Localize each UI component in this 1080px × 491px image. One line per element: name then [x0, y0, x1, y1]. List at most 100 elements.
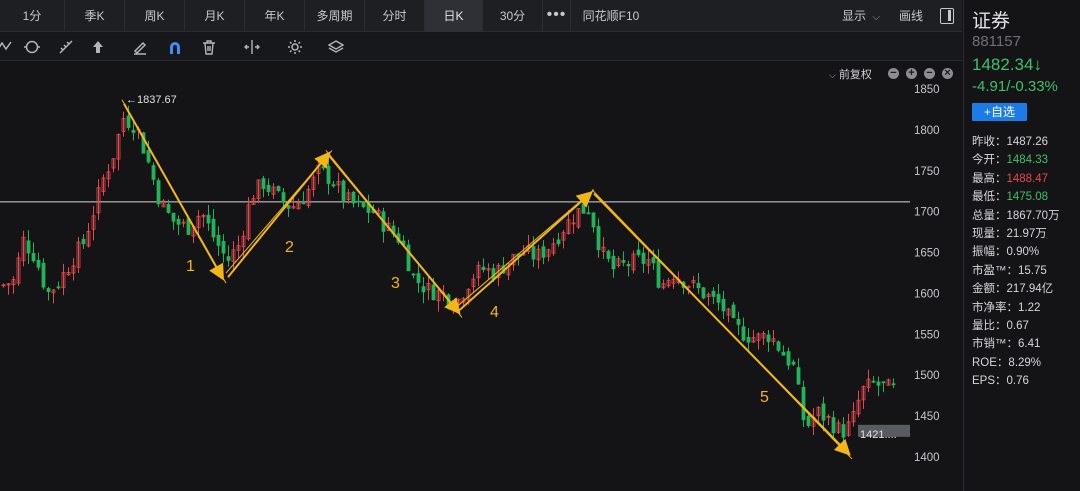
candle-body — [556, 239, 561, 245]
price-change: -4.91/-0.33% — [972, 78, 1058, 95]
stat-value: 0.90% — [1006, 246, 1040, 259]
tab-1min[interactable]: 1分 — [0, 0, 65, 32]
candle-body — [731, 304, 736, 318]
tab-month-k[interactable]: 月K — [185, 0, 245, 32]
stat-row: 市盈™：15.75 — [972, 262, 1080, 280]
candle-body — [216, 234, 221, 246]
stat-value: 1867.70万 — [1006, 209, 1060, 222]
y-tick-label: 1450 — [914, 411, 940, 423]
wave-arrow-1 — [123, 103, 224, 281]
y-tick-label: 1800 — [914, 125, 940, 137]
stat-value: 217.94亿 — [1006, 283, 1054, 296]
display-label: 显示 — [842, 9, 867, 23]
more-periods-button[interactable]: ••• — [543, 0, 571, 32]
candle-body — [881, 381, 886, 384]
candle-body — [151, 165, 156, 180]
stat-row: 振幅：0.90% — [972, 243, 1080, 261]
candle-body — [701, 287, 706, 299]
candle-body — [586, 212, 591, 215]
layers-icon[interactable] — [328, 39, 344, 55]
stat-row: 最低：1475.08 — [972, 188, 1080, 206]
quote-panel: 证券 881157 1482.34↓ -4.91/-0.33% +自选 昨收：1… — [963, 0, 1080, 491]
stat-value: 0.67 — [1006, 319, 1029, 332]
kline-chart[interactable]: 1850 1800 1750 1700 1650 1600 1550 1500 1450 1400… — [0, 82, 962, 491]
candle-body — [766, 334, 771, 342]
candle-body — [696, 282, 701, 289]
stat-row: EPS：0.76 — [972, 372, 1080, 390]
zoom-in-icon[interactable]: + — [906, 68, 917, 79]
y-tick-label: 1550 — [914, 329, 940, 341]
candle-body — [176, 218, 181, 225]
stat-label: 今开： — [972, 154, 1007, 167]
tab-quarter-k[interactable]: 季K — [65, 0, 125, 32]
candle-body — [656, 260, 661, 288]
ruler-tool-icon[interactable] — [58, 39, 74, 55]
pen-tool-icon[interactable] — [132, 39, 148, 55]
tab-year-k[interactable]: 年K — [245, 0, 305, 32]
cycle-tool-icon[interactable] — [24, 39, 40, 55]
candle-body — [166, 203, 171, 213]
candle-body — [26, 240, 31, 254]
tab-f10[interactable]: 同花顺F10 — [571, 0, 651, 32]
close-icon[interactable]: × — [942, 68, 953, 79]
tab-30min[interactable]: 30分 — [483, 0, 543, 32]
collapse-icon[interactable]: − — [924, 68, 935, 79]
stat-label: EPS： — [972, 375, 1007, 388]
y-tick-label: 1600 — [914, 288, 940, 300]
wave-label: 1 — [186, 258, 195, 275]
candle-body — [266, 184, 271, 192]
stat-row: 最高：1488.47 — [972, 170, 1080, 188]
add-watchlist-button[interactable]: +自选 — [972, 103, 1027, 121]
wave-label: 5 — [760, 389, 769, 406]
stat-row: 今开：1484.33 — [972, 151, 1080, 169]
candle-body — [356, 200, 361, 203]
candle-body — [126, 115, 131, 128]
tab-day-k[interactable]: 日K — [425, 0, 483, 32]
wave-tool-icon[interactable] — [0, 39, 12, 55]
candle-body — [891, 383, 896, 386]
candle-body — [31, 252, 36, 262]
stat-value: 1487.26 — [1006, 136, 1049, 148]
y-tick-label: 1650 — [914, 248, 940, 260]
stat-label: 现量： — [972, 227, 1007, 240]
stat-value: 6.41 — [1018, 338, 1041, 351]
magnet-icon[interactable] — [167, 39, 183, 55]
stat-label: 最高： — [972, 172, 1007, 185]
candle-body — [301, 200, 306, 205]
candle-body — [131, 129, 136, 133]
panel-toggle-icon[interactable] — [940, 8, 954, 24]
trash-icon[interactable] — [201, 39, 217, 55]
stat-value: 21.97万 — [1006, 227, 1047, 240]
period-tab-bar: 1分 季K 周K 月K 年K 多周期 分时 日K 30分 ••• 同花顺F10 … — [0, 0, 962, 32]
chevron-down-icon: ⌵ — [872, 12, 880, 23]
candle-body — [621, 260, 626, 263]
candle-body — [341, 180, 346, 201]
stat-value: 1484.33 — [1006, 154, 1049, 167]
tab-multi-period[interactable]: 多周期 — [305, 0, 365, 32]
stat-value: 1.22 — [1018, 301, 1041, 314]
split-view-icon[interactable] — [244, 39, 260, 55]
zoom-out-icon[interactable]: − — [888, 68, 899, 79]
price-adjust-label: 前复权 — [838, 69, 872, 81]
tab-week-k[interactable]: 周K — [125, 0, 185, 32]
arrow-up-tool-icon[interactable] — [90, 39, 106, 55]
candle-body — [156, 180, 161, 205]
stat-value: 8.29% — [1008, 356, 1042, 369]
candle-body — [531, 246, 536, 260]
stock-name: 证券 — [972, 11, 1011, 32]
display-dropdown[interactable]: 显示 ⌵ — [842, 0, 880, 32]
price-adjust-dropdown[interactable]: ⌵ 前复权 — [829, 66, 872, 82]
stat-row: 量比：0.67 — [972, 317, 1080, 335]
candle-body — [721, 298, 726, 312]
candle-body — [711, 290, 716, 297]
candle-body — [801, 386, 806, 421]
tab-intraday[interactable]: 分时 — [365, 0, 425, 32]
candle-body — [411, 273, 416, 276]
candle-body — [81, 238, 86, 245]
draw-line-button[interactable]: 画线 — [899, 0, 923, 32]
candle-body — [641, 252, 646, 264]
candle-body — [36, 259, 41, 268]
settings-icon[interactable] — [287, 39, 303, 55]
stat-value: 15.75 — [1018, 264, 1047, 277]
candle-body — [171, 212, 176, 222]
